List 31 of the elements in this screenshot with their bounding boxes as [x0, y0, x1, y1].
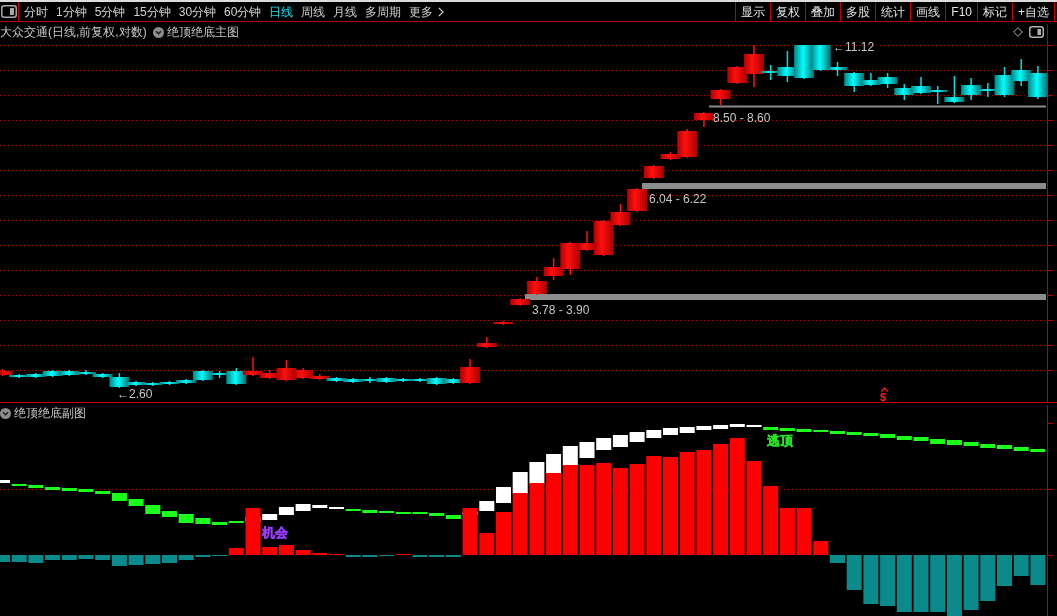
period-tab[interactable]: 60分钟: [224, 5, 262, 18]
toolbar-button[interactable]: 标记: [977, 2, 1012, 21]
period-tab[interactable]: 5分钟: [94, 5, 126, 18]
indicator-dropdown[interactable]: 绝顶绝底副图: [0, 407, 86, 419]
more-menu[interactable]: 更多: [409, 5, 445, 18]
panel-toggle-icon[interactable]: [1029, 26, 1044, 38]
toolbar-button[interactable]: 复权: [770, 2, 806, 21]
chevron-down-circle-icon: [152, 26, 164, 38]
toolbar-button[interactable]: +自选: [1012, 2, 1054, 21]
toolbar-button[interactable]: F10: [945, 2, 977, 21]
chart-title: 大众交通(日线,前复权,对数): [0, 26, 147, 38]
period-tab[interactable]: 1分钟: [56, 5, 87, 18]
diamond-icon[interactable]: [1013, 27, 1023, 37]
period-tab[interactable]: 30分钟: [178, 5, 217, 18]
period-tab[interactable]: 15分钟: [133, 5, 171, 18]
period-tab[interactable]: 月线: [333, 5, 358, 18]
sidebar-toggle-icon[interactable]: [1, 5, 17, 18]
toolbar-button[interactable]: 多股: [840, 2, 876, 21]
toolbar-button[interactable]: 叠加: [805, 2, 841, 21]
signal-marker: $: [880, 391, 887, 402]
toolbar-button[interactable]: 统计: [875, 2, 911, 21]
period-tab[interactable]: 日线: [269, 5, 294, 18]
period-tab[interactable]: 周线: [301, 5, 326, 18]
toolbar-button[interactable]: 显示: [735, 2, 771, 21]
toolbar-button[interactable]: 画线: [910, 2, 946, 21]
indicator-dropdown[interactable]: 绝顶绝底主图: [152, 26, 239, 38]
price-label: ←2.60: [117, 387, 153, 401]
period-tab[interactable]: 分时: [24, 5, 48, 18]
chevron-right-icon: [438, 6, 445, 17]
chevron-down-circle-icon: [0, 407, 11, 419]
period-tab[interactable]: 多周期: [365, 5, 402, 18]
